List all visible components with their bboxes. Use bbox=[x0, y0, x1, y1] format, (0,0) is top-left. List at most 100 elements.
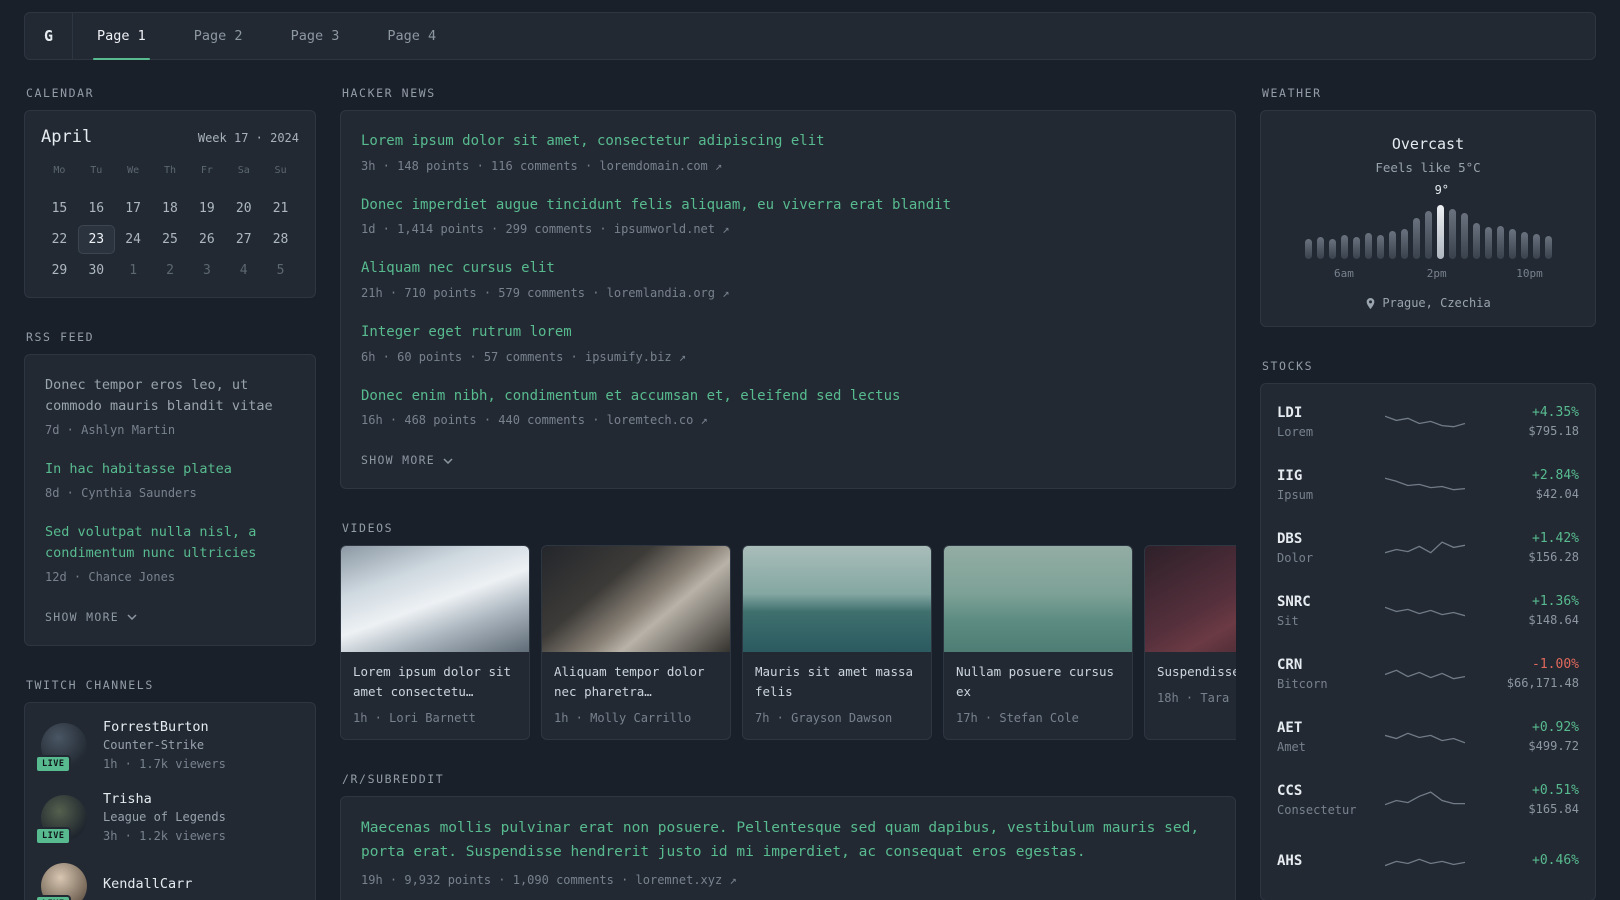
header-tab[interactable]: Page 3 bbox=[267, 13, 364, 59]
video-card[interactable]: Nullam posuere cursus ex 17h · Stefan Co… bbox=[943, 545, 1133, 741]
video-card[interactable]: Mauris sit amet massa felis 7h · Grayson… bbox=[742, 545, 932, 741]
video-meta: 17h · Stefan Cole bbox=[956, 711, 1079, 726]
calendar-day[interactable]: 28 bbox=[262, 225, 299, 254]
show-more-label: SHOW MORE bbox=[45, 609, 120, 624]
stock-change-percent: +2.84% bbox=[1532, 468, 1579, 483]
feed-item-title-link[interactable]: Donec imperdiet augue tincidunt felis al… bbox=[361, 195, 1215, 217]
calendar-day[interactable]: 22 bbox=[41, 225, 78, 254]
feed-item-title-link[interactable]: Maecenas mollis pulvinar erat non posuer… bbox=[361, 817, 1215, 863]
video-thumbnail[interactable] bbox=[944, 546, 1132, 653]
stock-identity: IIG Ipsum bbox=[1277, 468, 1379, 502]
calendar-day[interactable]: 16 bbox=[78, 194, 115, 223]
feed-item-title-link[interactable]: Donec tempor eros leo, ut commodo mauris… bbox=[45, 375, 295, 417]
feed-item-meta: 12d · Chance Jones bbox=[45, 569, 176, 584]
video-title-link[interactable]: Suspendisse diam bbox=[1157, 662, 1236, 682]
video-title-link[interactable]: Lorem ipsum dolor sit amet consectetu… bbox=[353, 662, 517, 702]
header-tab[interactable]: Page 4 bbox=[363, 13, 460, 59]
stock-sparkline-chart bbox=[1385, 606, 1465, 616]
calendar-day[interactable]: 1 bbox=[115, 256, 152, 285]
hn-show-more-button[interactable]: SHOW MORE bbox=[361, 453, 453, 467]
stock-name: Sit bbox=[1277, 613, 1299, 628]
stock-symbol: AHS bbox=[1277, 852, 1303, 869]
chevron-down-icon bbox=[127, 614, 137, 621]
channel-name-link[interactable]: ForrestBurton bbox=[103, 719, 226, 735]
stock-identity: DBS Dolor bbox=[1277, 531, 1379, 565]
calendar-day[interactable]: 19 bbox=[188, 194, 225, 223]
stock-name: Dolor bbox=[1277, 550, 1314, 565]
show-more-label: SHOW MORE bbox=[361, 453, 436, 468]
calendar-day[interactable]: 3 bbox=[188, 256, 225, 285]
feed-item: Sed volutpat nulla nisl, a condimentum n… bbox=[45, 522, 295, 586]
stock-row[interactable]: CCS Consectetur +0.51% $165.84 bbox=[1277, 768, 1579, 831]
stock-name: Lorem bbox=[1277, 424, 1314, 439]
subreddit-post-list: Maecenas mollis pulvinar erat non posuer… bbox=[361, 817, 1215, 888]
video-title-link[interactable]: Mauris sit amet massa felis bbox=[755, 662, 919, 702]
video-card[interactable]: Aliquam tempor dolor nec pharetra… 1h · … bbox=[541, 545, 731, 741]
twitch-channel-row[interactable]: LIVE ForrestBurton Counter-Strike 1h · 1… bbox=[35, 719, 299, 773]
rss-show-more-button[interactable]: SHOW MORE bbox=[45, 610, 137, 624]
feed-item-meta: 16h · 468 points · 440 comments · loremt… bbox=[361, 413, 708, 428]
calendar-day[interactable]: 5 bbox=[262, 256, 299, 285]
app-logo[interactable]: G bbox=[25, 13, 73, 59]
feed-item-title-link[interactable]: Lorem ipsum dolor sit amet, consectetur … bbox=[361, 131, 1215, 153]
weather-feels-like: Feels like 5°C bbox=[1375, 160, 1481, 175]
weather-hour-bar bbox=[1328, 238, 1336, 259]
video-card[interactable]: Lorem ipsum dolor sit amet consectetu… 1… bbox=[340, 545, 530, 741]
video-thumbnail[interactable] bbox=[743, 546, 931, 653]
feed-item-title-link[interactable]: Aliquam nec cursus elit bbox=[361, 258, 1215, 280]
weather-hour-bar bbox=[1352, 236, 1360, 259]
calendar-day[interactable]: 25 bbox=[152, 225, 189, 254]
video-title-link[interactable]: Aliquam tempor dolor nec pharetra… bbox=[554, 662, 718, 702]
calendar-day[interactable]: 18 bbox=[152, 194, 189, 223]
stock-identity: AET Amet bbox=[1277, 720, 1379, 754]
header-tab[interactable]: Page 1 bbox=[73, 13, 170, 60]
stock-row[interactable]: IIG Ipsum +2.84% $42.04 bbox=[1277, 453, 1579, 516]
stock-row[interactable]: CRN Bitcorn -1.00% $66,171.48 bbox=[1277, 642, 1579, 705]
stock-row[interactable]: LDI Lorem +4.35% $795.18 bbox=[1277, 390, 1579, 453]
video-thumbnail[interactable] bbox=[542, 546, 730, 653]
feed-item-title-link[interactable]: Donec enim nibh, condimentum et accumsan… bbox=[361, 386, 1215, 408]
feed-item-title-link[interactable]: Integer eget rutrum lorem bbox=[361, 322, 1215, 344]
calendar-day[interactable]: 23 bbox=[77, 225, 115, 254]
calendar-day[interactable]: 29 bbox=[41, 256, 78, 285]
channel-name-link[interactable]: KendallCarr bbox=[103, 876, 192, 892]
calendar-day[interactable]: 4 bbox=[225, 256, 262, 285]
calendar-day[interactable]: 24 bbox=[115, 225, 152, 254]
twitch-section-label: TWITCH CHANNELS bbox=[26, 677, 154, 692]
twitch-channel-row[interactable]: LIVE Trisha League of Legends 3h · 1.2k … bbox=[35, 791, 299, 845]
stock-row[interactable]: AHS +0.46% bbox=[1277, 831, 1579, 894]
calendar-day[interactable]: 17 bbox=[115, 194, 152, 223]
weather-time-label: 10pm bbox=[1516, 267, 1543, 280]
weather-hour-bar bbox=[1364, 232, 1372, 259]
video-thumbnail[interactable] bbox=[341, 546, 529, 653]
feed-item-title-link[interactable]: In hac habitasse platea bbox=[45, 459, 295, 480]
calendar-day[interactable]: 2 bbox=[152, 256, 189, 285]
stock-row[interactable]: AET Amet +0.92% $499.72 bbox=[1277, 705, 1579, 768]
channel-name-link[interactable]: Trisha bbox=[103, 791, 226, 807]
twitch-channel-row[interactable]: LIVE KendallCarr bbox=[35, 862, 299, 900]
calendar-day[interactable]: 27 bbox=[225, 225, 262, 254]
stock-change-percent: +1.42% bbox=[1532, 531, 1579, 546]
header-tab[interactable]: Page 2 bbox=[170, 13, 267, 59]
video-thumbnail[interactable] bbox=[1145, 546, 1236, 653]
stock-price: $156.28 bbox=[1528, 550, 1579, 564]
calendar-day[interactable]: 20 bbox=[225, 194, 262, 223]
stock-row[interactable]: DBS Dolor +1.42% $156.28 bbox=[1277, 516, 1579, 579]
video-card[interactable]: Suspendisse diam 18h · Tara bbox=[1144, 545, 1236, 741]
stock-row[interactable]: SNRC Sit +1.36% $148.64 bbox=[1277, 579, 1579, 642]
calendar-day[interactable]: 30 bbox=[78, 256, 115, 285]
live-badge: LIVE bbox=[35, 826, 72, 845]
video-title-link[interactable]: Nullam posuere cursus ex bbox=[956, 662, 1120, 702]
feed-item-title-link[interactable]: Sed volutpat nulla nisl, a condimentum n… bbox=[45, 522, 295, 564]
weather-hour-bar bbox=[1376, 234, 1384, 259]
weather-hour-bar bbox=[1304, 238, 1312, 259]
stock-values: +0.46% bbox=[1471, 853, 1579, 872]
calendar-day[interactable]: 26 bbox=[188, 225, 225, 254]
calendar-section-label: CALENDAR bbox=[26, 86, 95, 100]
calendar-day[interactable]: 21 bbox=[262, 194, 299, 223]
weather-hour-bar bbox=[1532, 233, 1540, 259]
calendar-day[interactable]: 15 bbox=[41, 194, 78, 223]
stock-change-percent: +0.92% bbox=[1532, 720, 1579, 735]
weather-hour-bar bbox=[1388, 230, 1396, 259]
channel-avatar: LIVE bbox=[35, 794, 87, 845]
